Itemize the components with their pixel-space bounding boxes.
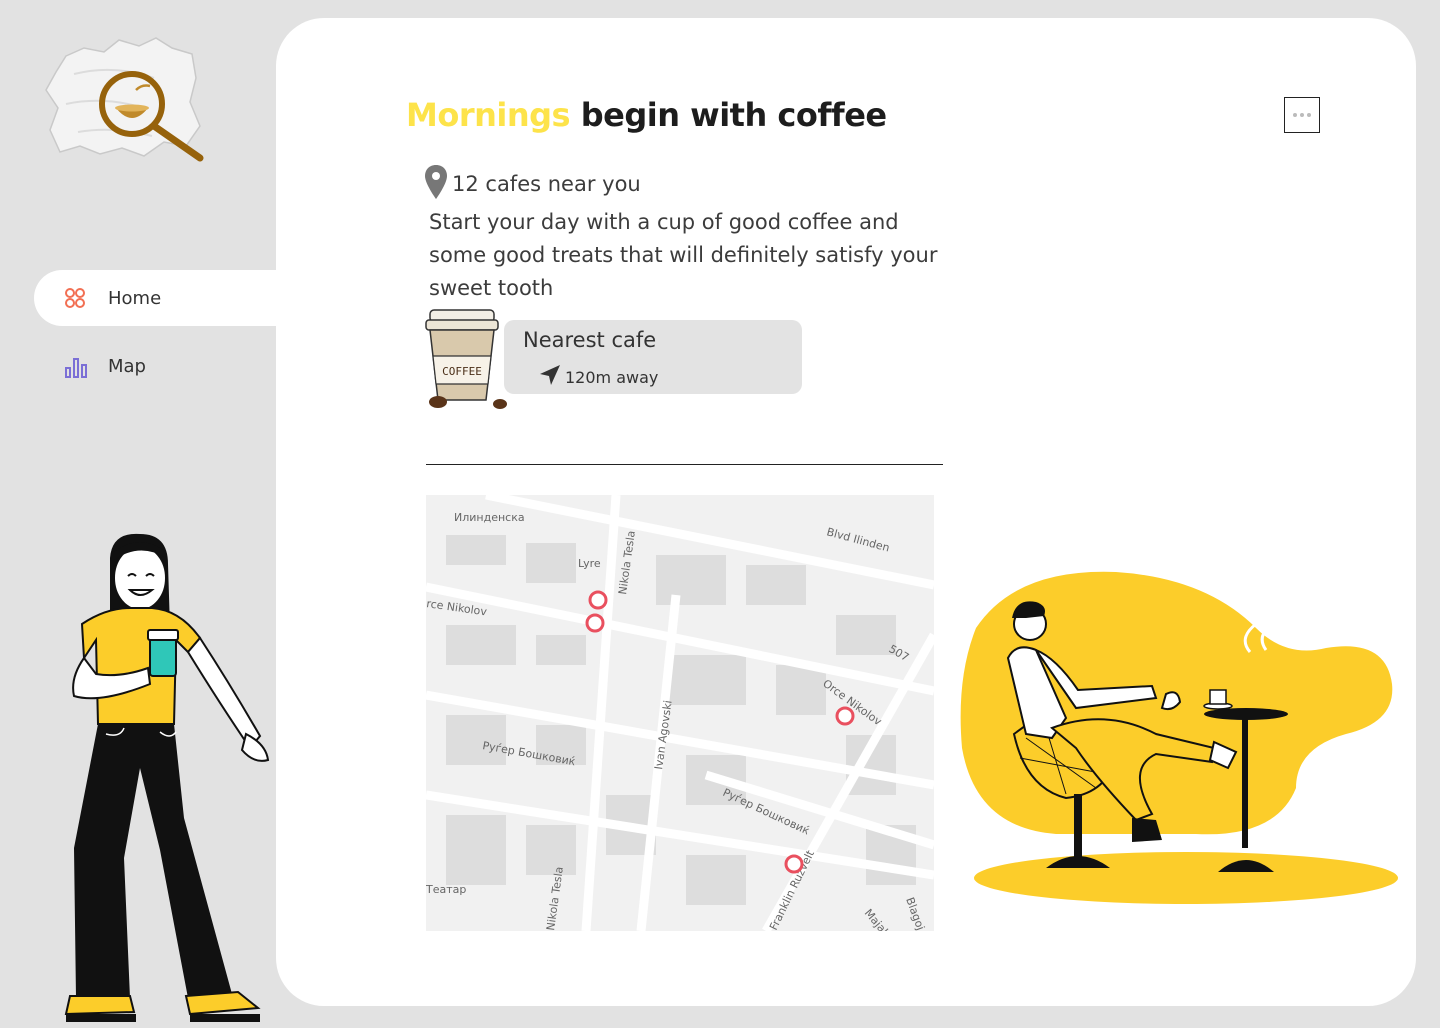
cafe-marker[interactable] xyxy=(784,854,804,874)
woman-with-coffee-illustration xyxy=(60,528,275,1024)
app-logo xyxy=(44,34,214,164)
location-pin-icon xyxy=(424,164,448,204)
nearby-count: 12 cafes near you xyxy=(452,172,641,196)
cafe-marker[interactable] xyxy=(588,590,608,610)
sidebar-item-label: Home xyxy=(108,287,162,309)
headline-accent: Mornings xyxy=(406,96,571,134)
map-label: Театар xyxy=(426,883,466,896)
main-panel: Mornings begin with coffee 12 cafes near… xyxy=(276,18,1416,1006)
cafe-marker[interactable] xyxy=(835,706,855,726)
dot-icon xyxy=(1307,113,1311,117)
nearest-cafe-title: Nearest cafe xyxy=(523,328,657,352)
nearest-cafe-card[interactable]: Nearest cafe 120m away xyxy=(504,320,802,394)
distance-text: 120m away xyxy=(565,367,659,387)
navigation-arrow-icon xyxy=(539,364,561,390)
description: Start your day with a cup of good coffee… xyxy=(429,210,938,300)
cafe-marker[interactable] xyxy=(585,613,605,633)
nearby-info: 12 cafes near you xyxy=(424,164,641,204)
man-drinking-coffee-illustration xyxy=(956,558,1416,914)
bar-chart-icon xyxy=(64,355,87,378)
section-divider xyxy=(426,464,943,465)
sidebar-item-label: Map xyxy=(108,355,146,377)
page-title: Mornings begin with coffee xyxy=(406,96,887,134)
map-label: Lyre xyxy=(578,557,601,570)
dot-icon xyxy=(1293,113,1297,117)
grid-icon xyxy=(64,287,86,309)
headline-rest: begin with coffee xyxy=(580,96,887,134)
sidebar-item-map[interactable]: Map xyxy=(34,338,298,394)
sidebar-item-home[interactable]: Home xyxy=(34,270,298,326)
distance-info: 120m away xyxy=(539,364,658,390)
cup-label: COFFEE xyxy=(442,365,482,378)
more-options-button[interactable] xyxy=(1284,97,1320,133)
dot-icon xyxy=(1300,113,1304,117)
cafe-map[interactable]: Илинденска Blvd Ilinden Lyre Nikola Tesl… xyxy=(426,495,934,931)
map-label: Илинденска xyxy=(454,511,525,524)
coffee-cup-icon: COFFEE xyxy=(424,306,510,410)
